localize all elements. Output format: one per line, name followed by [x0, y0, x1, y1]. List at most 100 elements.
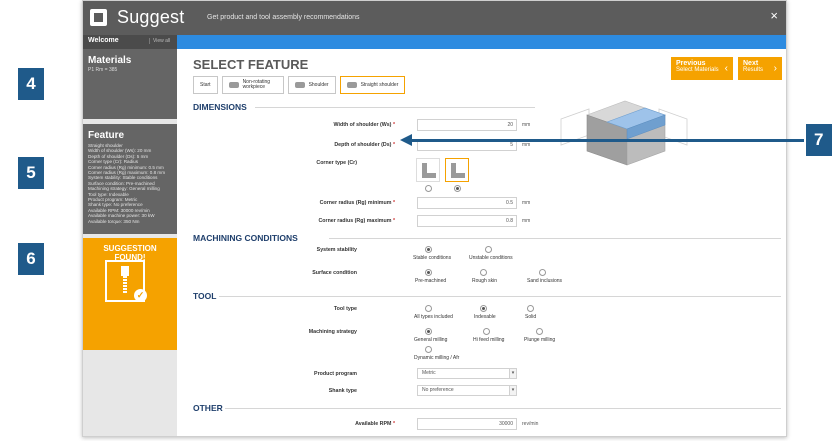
width-unit: mm	[522, 122, 531, 128]
stability-stable-radio[interactable]	[425, 246, 432, 253]
strategy-general-radio[interactable]	[425, 328, 432, 335]
feature-summary: Straight shoulder Width of shoulder (Ws):…	[88, 143, 172, 224]
home-icon[interactable]	[90, 9, 107, 26]
tool-indexable-radio[interactable]	[480, 305, 487, 312]
previous-label: Previous	[676, 60, 706, 67]
corner-type-label: Corner type (Cr)	[316, 160, 357, 166]
section-other: OTHER	[193, 403, 223, 413]
next-label: Next	[743, 60, 759, 67]
breadcrumb-straight-shoulder[interactable]: Straight shoulder	[339, 76, 406, 94]
shank-label: Shank type	[328, 388, 357, 394]
rpm-input[interactable]: 30000	[417, 418, 517, 430]
stability-stable-label: Stable conditions	[413, 255, 452, 261]
chevron-down-icon: ▾	[509, 385, 517, 396]
tool-all-radio[interactable]	[425, 305, 432, 312]
surface-label: Surface condition	[312, 270, 357, 276]
rmin-label: Corner radius (Rg) minimum *	[319, 200, 395, 206]
rmin-input[interactable]: 0.5	[417, 197, 517, 209]
rmax-unit: mm	[522, 218, 531, 224]
sidebar: Materials P1 Rm = 385 Feature Straight s…	[83, 49, 189, 436]
strategy-dynamic-label: Dynamic milling / Afr	[414, 355, 460, 361]
breadcrumb-label: Start	[200, 82, 211, 88]
strategy-plunge-radio[interactable]	[536, 328, 543, 335]
corner-radius-option[interactable]	[445, 158, 469, 182]
breadcrumb-label: Non-rotating workpiece	[242, 78, 271, 90]
corner-radius-radio[interactable]	[454, 185, 461, 192]
rpm-unit: rev/min	[522, 421, 539, 427]
shoulder-icon	[294, 82, 305, 88]
check-icon: ✓	[134, 289, 147, 302]
breadcrumb-shoulder[interactable]: Shoulder	[287, 76, 336, 94]
feature-summary-line: Machining strategy: General milling	[88, 186, 160, 192]
tool-type-label: Tool type	[333, 306, 357, 312]
section-tool: TOOL	[193, 291, 217, 301]
divider	[225, 408, 781, 409]
welcome-label: Welcome	[88, 37, 119, 44]
radius-corner-icon-base	[451, 173, 465, 178]
tool-solid-radio[interactable]	[527, 305, 534, 312]
divider	[255, 107, 535, 108]
program-select[interactable]: Metric ▾	[417, 368, 517, 379]
strategy-plunge-label: Plunge milling	[524, 337, 556, 343]
materials-summary: P1 Rm = 385	[88, 67, 118, 73]
width-input[interactable]: 20	[417, 119, 517, 131]
feature-title: Feature	[88, 130, 125, 141]
surface-sand-label: Sand inclusions	[527, 278, 563, 284]
drill-icon: ✓	[105, 260, 147, 302]
drill-flute-icon	[123, 276, 127, 294]
chevron-right-icon: ›	[773, 63, 777, 74]
section-machining: MACHINING CONDITIONS	[193, 233, 298, 243]
surface-sand-radio[interactable]	[539, 269, 546, 276]
corner-sharp-option[interactable]	[416, 158, 440, 182]
stability-unstable-radio[interactable]	[485, 246, 492, 253]
sidebar-item-feature[interactable]: Feature Straight shoulder Width of should…	[83, 124, 189, 234]
strategy-label: Machining strategy	[308, 329, 357, 335]
welcome-tab[interactable]: Welcome View all	[83, 35, 177, 49]
callout-6: 6	[18, 243, 44, 275]
page-title: SELECT FEATURE	[193, 57, 309, 72]
next-sub-label: Results	[743, 67, 764, 73]
rmax-label: Corner radius (Rg) maximum *	[318, 218, 395, 224]
callout-7-arrow-head	[400, 134, 412, 146]
materials-title: Materials	[88, 55, 132, 66]
close-icon[interactable]: ×	[770, 8, 778, 23]
app-subtitle: Get product and tool assembly recommenda…	[207, 14, 360, 21]
previous-sub-label: Select Materials	[676, 67, 719, 73]
previous-button[interactable]: Previous Select Materials ‹	[671, 57, 733, 80]
breadcrumb-label: Straight shoulder	[360, 82, 399, 88]
breadcrumb-non-rotating[interactable]: Non-rotating workpiece	[221, 76, 284, 94]
strategy-general-label: General milling	[414, 337, 448, 343]
chevron-down-icon: ▾	[509, 368, 517, 379]
surface-roughskin-radio[interactable]	[480, 269, 487, 276]
feature-summary-line: Available torque: 350 Nm	[88, 218, 140, 224]
sidebar-item-materials[interactable]: Materials P1 Rm = 385	[83, 49, 177, 119]
welcome-bar: Welcome View all	[83, 35, 786, 49]
program-label: Product program	[314, 371, 357, 377]
workpiece-icon	[228, 82, 239, 88]
rmax-input[interactable]: 0.8	[417, 215, 517, 227]
view-all-link[interactable]: View all	[149, 38, 170, 44]
surface-premachined-radio[interactable]	[425, 269, 432, 276]
main-panel: SELECT FEATURE Previous Select Materials…	[177, 49, 786, 436]
breadcrumb-start[interactable]: Start	[193, 76, 218, 94]
breadcrumb: Start Non-rotating workpiece Shoulder St…	[193, 76, 409, 94]
program-value: Metric	[422, 370, 436, 376]
callout-7-arrow-line	[410, 139, 804, 142]
next-button[interactable]: Next Results ›	[738, 57, 782, 80]
screenshot-root: 4 5 6 7 Suggest Get product and tool ass…	[0, 0, 832, 441]
shank-select[interactable]: No preference ▾	[417, 385, 517, 396]
breadcrumb-label: Shoulder	[308, 82, 329, 88]
strategy-dynamic-radio[interactable]	[425, 346, 432, 353]
strategy-hifeed-radio[interactable]	[483, 328, 490, 335]
tool-solid-label: Solid	[525, 314, 537, 320]
surface-roughskin-label: Rough skin	[472, 278, 498, 284]
tool-indexable-label: Indexable	[474, 314, 496, 320]
callout-7: 7	[806, 124, 832, 156]
corner-sharp-radio[interactable]	[425, 185, 432, 192]
callout-4: 4	[18, 68, 44, 100]
stability-unstable-label: Unstable conditions	[469, 255, 513, 261]
depth-label: Depth of shoulder (Ds) *	[334, 142, 395, 148]
straight-shoulder-icon	[346, 82, 357, 88]
strategy-hifeed-label: Hi feed milling	[473, 337, 505, 343]
sidebar-item-suggestion[interactable]: SUGGESTION FOUND! ✓	[83, 238, 177, 350]
